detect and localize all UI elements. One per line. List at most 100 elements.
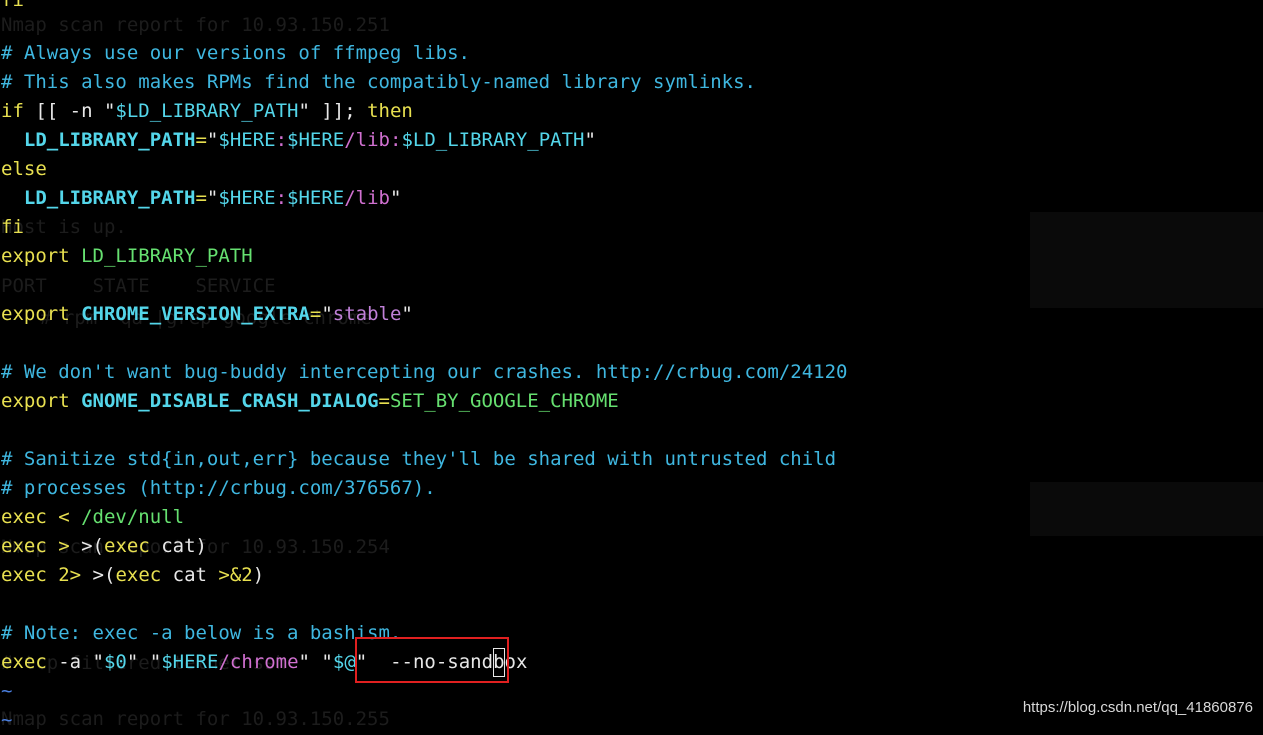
code-token: $HERE: [161, 651, 219, 673]
code-token: export: [1, 303, 70, 325]
code-line: exec 2> >(exec cat >&2): [1, 561, 264, 590]
code-token: >(: [81, 564, 116, 586]
code-line: # Sanitize std{in,out,err} because they'…: [1, 445, 836, 474]
code-token: LD_LIBRARY_PATH: [1, 129, 196, 151]
code-token: exec: [104, 535, 150, 557]
code-token: =: [309, 303, 322, 325]
code-token: exec: [1, 651, 47, 673]
code-token: # We don't want bug-buddy intercepting o…: [1, 361, 596, 383]
code-token: if: [1, 100, 24, 122]
code-token: stable: [332, 303, 402, 325]
ghost-background-panel: [1030, 482, 1263, 536]
code-token: /lib: [344, 187, 390, 209]
highlight-box-no-sandbox: [355, 637, 509, 683]
code-token: ": [206, 129, 219, 151]
code-token: SET_BY_GOOGLE_CHROME: [389, 390, 619, 412]
code-line: LD_LIBRARY_PATH="$HERE:$HERE/lib": [1, 184, 402, 213]
code-token: ": [321, 651, 333, 673]
code-line: exec < /dev/null: [1, 503, 184, 532]
code-token: # processes (http://crbug.com/376567).: [1, 477, 436, 499]
code-token: =: [195, 129, 207, 151]
code-token: $HERE: [218, 129, 276, 151]
code-token: then: [367, 100, 413, 122]
ghost-background-text: PORT STATE SERVICE: [1, 275, 276, 297]
code-token: # Note: exec -a below is a bashism.: [1, 622, 402, 644]
ghost-background-panel: [1030, 212, 1263, 308]
code-token: :: [275, 187, 288, 209]
code-token: $LD_LIBRARY_PATH: [115, 100, 299, 122]
empty-buffer-tilde: ~: [1, 677, 12, 706]
code-token: cat): [149, 535, 207, 557]
code-token: =: [378, 390, 390, 412]
code-line: fi: [1, 213, 24, 242]
code-token: >(: [69, 535, 104, 557]
code-token: <: [58, 506, 70, 528]
terminal-window[interactable]: Nmap scan report for 10.93.150.251 Host …: [0, 0, 1263, 731]
code-token: ): [252, 564, 265, 586]
empty-buffer-tilde: ~: [1, 706, 12, 735]
code-token: /lib:: [344, 129, 402, 151]
code-token: ~: [1, 680, 13, 702]
code-line: LD_LIBRARY_PATH="$HERE:$HERE/lib:$LD_LIB…: [1, 126, 596, 155]
code-token: ]];: [309, 100, 368, 122]
code-token: $LD_LIBRARY_PATH: [401, 129, 585, 151]
code-line: # This also makes RPMs find the compatib…: [1, 68, 756, 97]
code-token: $@: [332, 651, 356, 673]
code-token: GNOME_DISABLE_CRASH_DIALOG: [81, 390, 379, 412]
code-token: ": [584, 129, 596, 151]
code-token: exec: [1, 535, 47, 557]
code-token: export: [1, 390, 70, 412]
code-line: exec > >(exec cat): [1, 532, 207, 561]
code-line: export LD_LIBRARY_PATH: [1, 242, 253, 271]
code-token: fi: [1, 216, 24, 238]
code-token: /dev/null: [69, 506, 185, 528]
code-token: ": [390, 187, 402, 209]
code-token: ": [206, 187, 219, 209]
code-token: ": [103, 100, 116, 122]
code-token: LD_LIBRARY_PATH: [1, 187, 196, 209]
code-line: export GNOME_DISABLE_CRASH_DIALOG=SET_BY…: [1, 387, 619, 416]
code-token: /chrome: [218, 651, 299, 673]
code-token: cat: [161, 564, 219, 586]
code-line: # Note: exec -a below is a bashism.: [1, 619, 401, 648]
code-token: $HERE: [287, 187, 345, 209]
code-token: [[ -n: [23, 100, 104, 122]
code-token: =: [195, 187, 207, 209]
code-line-partial: fi: [1, 0, 24, 11]
code-token: :: [275, 129, 288, 151]
code-token: exec: [115, 564, 162, 586]
code-token: http://crbug.com/24120: [595, 361, 848, 383]
ghost-background-text: Nmap scan report for 10.93.150.251: [1, 14, 390, 36]
code-token: ": [126, 651, 139, 673]
code-token: CHROME_VERSION_EXTRA: [81, 303, 310, 325]
code-token: exec: [1, 506, 47, 528]
code-token: ": [321, 303, 333, 325]
code-line: # processes (http://crbug.com/376567).: [1, 474, 436, 503]
code-line: else: [1, 155, 47, 184]
code-token: # Sanitize std{in,out,err} because they'…: [1, 448, 837, 470]
code-token: LD_LIBRARY_PATH: [69, 245, 253, 267]
code-token: ": [298, 100, 310, 122]
code-token: exec: [1, 564, 47, 586]
watermark: https://blog.csdn.net/qq_41860876: [1022, 699, 1253, 716]
code-token: ": [149, 651, 162, 673]
code-token: # This also makes RPMs find the compatib…: [1, 71, 756, 93]
code-token: export: [1, 245, 70, 267]
code-token: -a: [46, 651, 93, 673]
code-token: >&2: [218, 564, 253, 586]
code-token: >: [58, 535, 70, 557]
code-line: # We don't want bug-buddy intercepting o…: [1, 358, 848, 387]
code-token: ": [401, 303, 413, 325]
code-line: export CHROME_VERSION_EXTRA="stable": [1, 300, 413, 329]
code-token: else: [1, 158, 47, 180]
code-token: $HERE: [287, 129, 345, 151]
code-token: $HERE: [218, 187, 276, 209]
code-token: ": [298, 651, 310, 673]
code-token: # Always use our versions of ffmpeg libs…: [1, 42, 470, 64]
